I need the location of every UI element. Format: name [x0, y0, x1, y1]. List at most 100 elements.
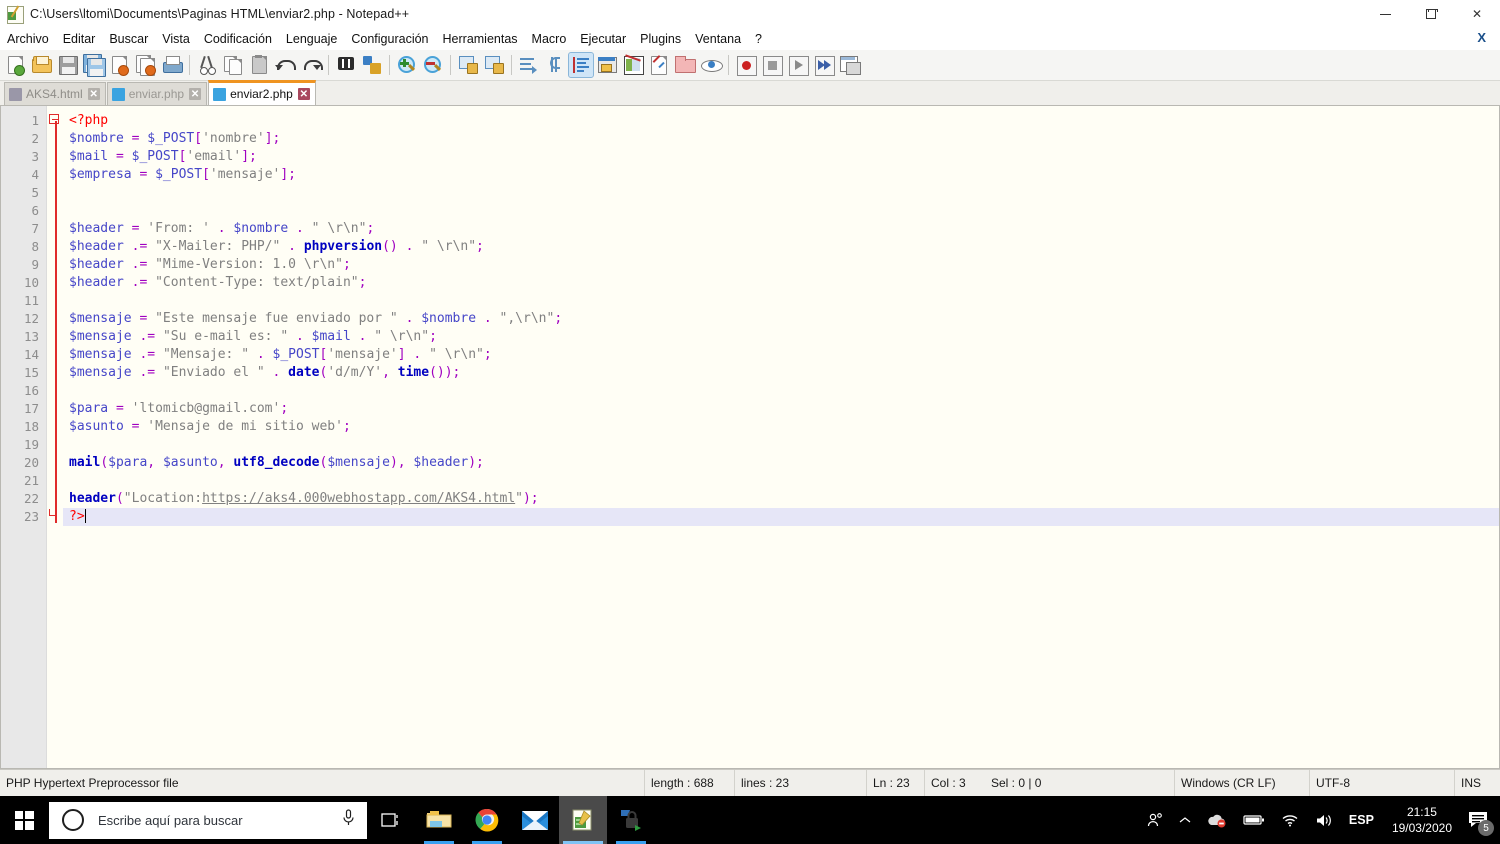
tab-close-icon[interactable]: ✕	[297, 88, 310, 100]
save-all-icon[interactable]	[82, 53, 106, 77]
save-icon[interactable]	[56, 53, 80, 77]
new-file-icon[interactable]	[4, 53, 28, 77]
menu-editar[interactable]: Editar	[56, 29, 103, 49]
close-all-files-icon[interactable]	[134, 53, 158, 77]
code-line[interactable]: $empresa = $_POST['mensaje'];	[63, 166, 1499, 184]
document-map-icon[interactable]	[621, 53, 645, 77]
menu-configuracion[interactable]: Configuración	[344, 29, 435, 49]
menu-ejecutar[interactable]: Ejecutar	[573, 29, 633, 49]
menu-buscar[interactable]: Buscar	[102, 29, 155, 49]
zoom-out-icon[interactable]	[421, 53, 445, 77]
minimize-button[interactable]	[1362, 0, 1408, 28]
zoom-in-icon[interactable]	[395, 53, 419, 77]
undo-icon[interactable]	[273, 53, 297, 77]
menu-plugins[interactable]: Plugins	[633, 29, 688, 49]
menu-help[interactable]: ?	[748, 29, 769, 49]
code-line[interactable]: $header = 'From: ' . $nombre . " \r\n";	[63, 220, 1499, 238]
show-hidden-icons-chevron[interactable]	[1171, 796, 1199, 844]
close-file-icon[interactable]	[108, 53, 132, 77]
find-icon[interactable]	[334, 53, 358, 77]
code-editor[interactable]: 1 2 3 4 5 6 7 8 9 10 11 12 13 14 15 16 17 18 19 20 21 22 23 <?…	[0, 106, 1500, 769]
code-line[interactable]: $header .= "Mime-Version: 1.0 \r\n";	[63, 256, 1499, 274]
menu-vista[interactable]: Vista	[155, 29, 197, 49]
fold-collapse-icon[interactable]	[49, 114, 59, 124]
user-defined-dialog-icon[interactable]	[595, 53, 619, 77]
word-wrap-icon[interactable]	[517, 53, 541, 77]
maximize-button[interactable]	[1408, 0, 1454, 28]
run-macro-multiple-icon[interactable]	[812, 53, 836, 77]
code-line[interactable]: $para = 'ltomicb@gmail.com';	[63, 400, 1499, 418]
code-line[interactable]: $asunto = 'Mensaje de mi sitio web';	[63, 418, 1499, 436]
function-list-icon[interactable]	[647, 53, 671, 77]
monitoring-icon[interactable]	[699, 53, 723, 77]
code-line[interactable]: ?>	[63, 508, 1499, 526]
save-macro-icon[interactable]	[838, 53, 862, 77]
code-line[interactable]: $header .= "X-Mailer: PHP/" . phpversion…	[63, 238, 1499, 256]
show-indent-guide-icon[interactable]	[568, 52, 594, 78]
google-chrome-button[interactable]	[463, 796, 511, 844]
code-line[interactable]: $mensaje .= "Enviado el " . date('d/m/Y'…	[63, 364, 1499, 382]
play-macro-icon[interactable]	[786, 53, 810, 77]
code-line[interactable]: $mensaje .= "Su e-mail es: " . $mail . "…	[63, 328, 1499, 346]
code-line[interactable]: $mensaje = "Este mensaje fue enviado por…	[63, 310, 1499, 328]
wifi-icon[interactable]	[1273, 796, 1307, 844]
sync-vertical-scroll-icon[interactable]	[456, 53, 480, 77]
start-button[interactable]	[0, 796, 48, 844]
redo-icon[interactable]	[299, 53, 323, 77]
copy-icon[interactable]	[221, 53, 245, 77]
folder-as-workspace-icon[interactable]	[673, 53, 697, 77]
battery-icon[interactable]	[1235, 796, 1273, 844]
mail-button[interactable]	[511, 796, 559, 844]
open-file-icon[interactable]	[30, 53, 54, 77]
code-line[interactable]: mail($para, $asunto, utf8_decode($mensaj…	[63, 454, 1499, 472]
code-line[interactable]: header("Location:https://aks4.000webhost…	[63, 490, 1499, 508]
code-text-area[interactable]: <?php $nombre = $_POST['nombre']; $mail = …	[63, 106, 1499, 768]
code-line[interactable]	[63, 292, 1499, 310]
tab-enviar-php[interactable]: enviar.php ✕	[106, 82, 208, 105]
code-line[interactable]: $mail = $_POST['email'];	[63, 148, 1499, 166]
code-line[interactable]	[63, 202, 1499, 220]
taskbar-clock[interactable]: 21:15 19/03/2020	[1382, 796, 1462, 844]
menu-herramientas[interactable]: Herramientas	[436, 29, 525, 49]
tab-close-icon[interactable]: ✕	[189, 88, 202, 100]
menu-macro[interactable]: Macro	[525, 29, 574, 49]
task-view-button[interactable]	[367, 796, 415, 844]
paste-icon[interactable]	[247, 53, 271, 77]
menu-lenguaje[interactable]: Lenguaje	[279, 29, 344, 49]
search-box[interactable]: Escribe aquí para buscar	[49, 801, 367, 839]
code-line[interactable]	[63, 382, 1499, 400]
cut-icon[interactable]	[195, 53, 219, 77]
microphone-icon[interactable]	[342, 808, 355, 832]
people-icon[interactable]	[1139, 796, 1171, 844]
replace-icon[interactable]	[360, 53, 384, 77]
code-line[interactable]	[63, 184, 1499, 202]
code-line[interactable]	[63, 436, 1499, 454]
menu-ventana[interactable]: Ventana	[688, 29, 748, 49]
menu-archivo[interactable]: Archivo	[0, 29, 56, 49]
code-line[interactable]	[63, 472, 1499, 490]
search-input[interactable]: Escribe aquí para buscar	[98, 813, 342, 828]
fold-margin[interactable]	[47, 106, 63, 768]
file-explorer-button[interactable]	[415, 796, 463, 844]
tab-enviar2-php[interactable]: enviar2.php ✕	[208, 80, 316, 105]
tab-aks4-html[interactable]: AKS4.html ✕	[4, 82, 106, 105]
volume-icon[interactable]	[1307, 796, 1341, 844]
sync-horizontal-scroll-icon[interactable]	[482, 53, 506, 77]
notepadpp-button[interactable]	[559, 796, 607, 844]
action-center-button[interactable]: 5	[1462, 796, 1500, 844]
print-icon[interactable]	[160, 53, 184, 77]
code-line[interactable]: $nombre = $_POST['nombre'];	[63, 130, 1499, 148]
menu-codificacion[interactable]: Codificación	[197, 29, 279, 49]
onedrive-icon[interactable]	[1199, 796, 1235, 844]
code-line[interactable]: $header .= "Content-Type: text/plain";	[63, 274, 1499, 292]
stop-recording-icon[interactable]	[760, 53, 784, 77]
code-line[interactable]: $mensaje .= "Mensaje: " . $_POST['mensaj…	[63, 346, 1499, 364]
close-button[interactable]: ✕	[1454, 0, 1500, 28]
record-macro-icon[interactable]	[734, 53, 758, 77]
tab-close-icon[interactable]: ✕	[87, 88, 100, 100]
code-line[interactable]: <?php	[63, 112, 1499, 130]
close-document-button[interactable]: X	[1473, 30, 1490, 45]
language-indicator[interactable]: ESP	[1341, 796, 1382, 844]
show-all-characters-icon[interactable]	[543, 53, 567, 77]
security-app-button[interactable]	[607, 796, 655, 844]
